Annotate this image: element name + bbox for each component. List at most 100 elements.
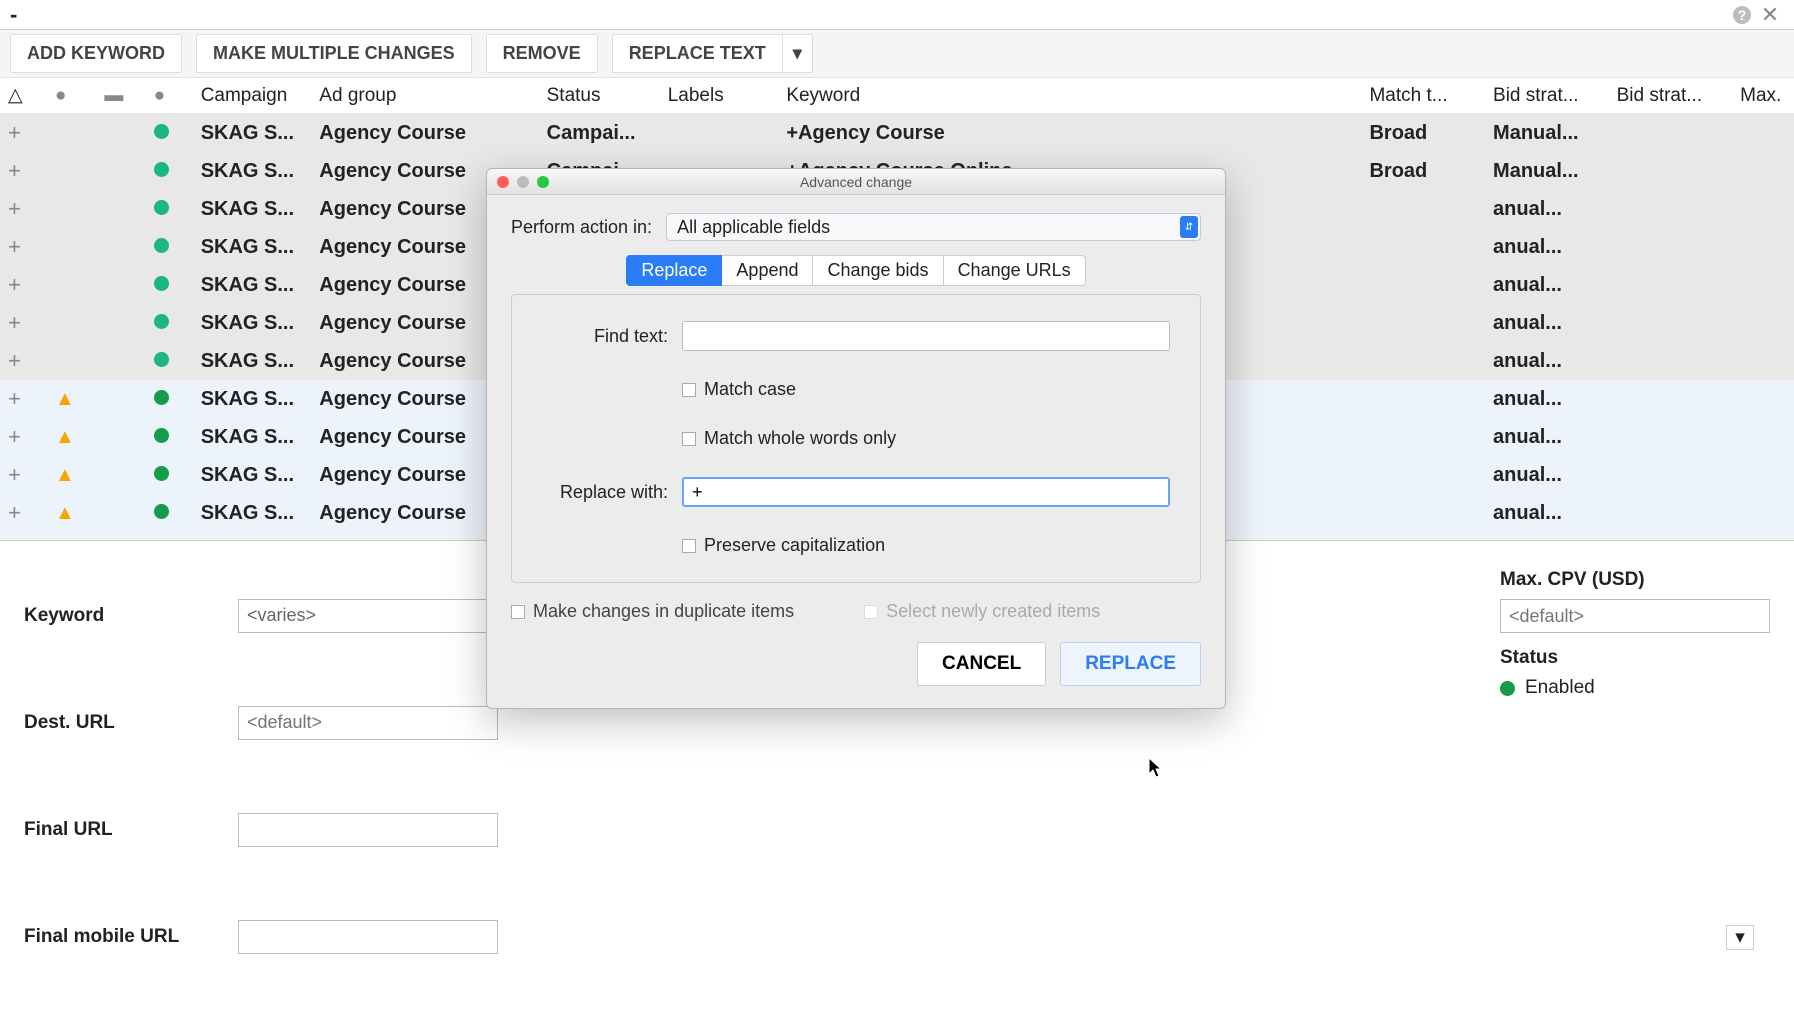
window-zoom-icon[interactable] [537, 176, 549, 188]
col-expand[interactable]: △ [0, 78, 47, 114]
replace-button[interactable]: REPLACE [1060, 642, 1201, 686]
window-minimize-icon[interactable] [517, 176, 529, 188]
cell-bidstrat2 [1609, 418, 1733, 456]
close-icon[interactable]: ✕ [1756, 1, 1784, 29]
cell-max [1732, 456, 1794, 494]
col-match[interactable]: Match t... [1361, 78, 1485, 114]
status-dot-icon [154, 390, 169, 405]
col-labels[interactable]: Labels [660, 78, 779, 114]
cell-adgroup: Agency Course [311, 114, 538, 153]
cell-bidstrat1: anual... [1485, 494, 1609, 532]
tab-append[interactable]: Append [722, 255, 813, 286]
dest-url-field[interactable] [238, 706, 498, 740]
cell-campaign: SKAG S... [193, 304, 312, 342]
make-multiple-changes-button[interactable]: MAKE MULTIPLE CHANGES [196, 34, 472, 73]
expand-icon[interactable]: + [8, 424, 21, 449]
final-mobile-url-field[interactable] [238, 920, 498, 954]
cell-max [1732, 114, 1794, 153]
cell-max [1732, 342, 1794, 380]
expand-icon[interactable]: + [8, 272, 21, 297]
status-dot-icon [1500, 681, 1515, 696]
final-url-field[interactable] [238, 813, 498, 847]
col-comment[interactable]: ▬ [96, 78, 145, 114]
expand-icon[interactable]: + [8, 158, 21, 183]
expand-icon[interactable]: + [8, 386, 21, 411]
final-url-label: Final URL [24, 819, 224, 841]
status-dot-icon [154, 238, 169, 253]
table-row[interactable]: +SKAG S...Agency CourseCampai...+Agency … [0, 114, 1794, 153]
cell-campaign: SKAG S... [193, 456, 312, 494]
tab-change-bids[interactable]: Change bids [813, 255, 943, 286]
expand-icon[interactable]: + [8, 500, 21, 525]
expand-icon[interactable]: + [8, 196, 21, 221]
perform-action-label: Perform action in: [511, 217, 652, 238]
replace-text-dropdown[interactable]: ▾ [782, 34, 813, 73]
remove-button[interactable]: REMOVE [486, 34, 598, 73]
cell-campaign: SKAG S... [193, 342, 312, 380]
cell-bidstrat2 [1609, 152, 1733, 190]
cell-campaign: SKAG S... [193, 190, 312, 228]
cell-campaign: SKAG S... [193, 228, 312, 266]
change-type-tabs: Replace Append Change bids Change URLs [511, 255, 1201, 286]
cell-campaign: SKAG S... [193, 152, 312, 190]
help-icon[interactable]: ? [1728, 1, 1756, 29]
col-adgroup[interactable]: Ad group [311, 78, 538, 114]
cell-bidstrat2 [1609, 190, 1733, 228]
match-case-checkbox[interactable]: Match case [682, 379, 796, 400]
replace-text-button[interactable]: REPLACE TEXT [612, 34, 782, 73]
col-status[interactable]: Status [539, 78, 660, 114]
preserve-capitalization-checkbox[interactable]: Preserve capitalization [682, 535, 885, 556]
keyword-field[interactable] [238, 599, 498, 633]
find-text-input[interactable] [682, 321, 1170, 351]
cell-campaign: SKAG S... [193, 494, 312, 532]
cell-bidstrat2 [1609, 456, 1733, 494]
cell-match [1361, 418, 1485, 456]
add-keyword-button[interactable]: ADD KEYWORD [10, 34, 182, 73]
col-statusdot[interactable]: ● [146, 78, 193, 114]
dialog-title: Advanced change [487, 174, 1225, 190]
window-close-icon[interactable] [497, 176, 509, 188]
url-dropdown[interactable]: ▾ [1726, 925, 1754, 950]
tab-change-urls[interactable]: Change URLs [944, 255, 1086, 286]
warning-icon: ▲ [55, 464, 75, 486]
col-max[interactable]: Max. [1732, 78, 1794, 114]
col-bidstrat1[interactable]: Bid strat... [1485, 78, 1609, 114]
cell-max [1732, 380, 1794, 418]
cell-bidstrat1: anual... [1485, 418, 1609, 456]
cell-match: Broad [1361, 152, 1485, 190]
final-mobile-url-label: Final mobile URL [24, 926, 224, 948]
col-bidstrat2[interactable]: Bid strat... [1609, 78, 1733, 114]
cell-match [1361, 494, 1485, 532]
expand-icon[interactable]: + [8, 120, 21, 145]
match-whole-words-checkbox[interactable]: Match whole words only [682, 428, 896, 449]
col-keyword[interactable]: Keyword [778, 78, 1361, 114]
expand-icon[interactable]: + [8, 234, 21, 259]
warning-icon: ▲ [55, 388, 75, 410]
cell-max [1732, 304, 1794, 342]
replace-with-input[interactable] [682, 477, 1170, 507]
cell-bidstrat1: anual... [1485, 190, 1609, 228]
max-cpv-field[interactable] [1500, 599, 1770, 633]
perform-action-select[interactable]: All applicable fields ⇵ [666, 213, 1201, 241]
expand-icon[interactable]: + [8, 310, 21, 335]
cancel-button[interactable]: CANCEL [917, 642, 1046, 686]
col-error[interactable]: ● [47, 78, 96, 114]
cell-match: Broad [1361, 114, 1485, 153]
cell-bidstrat1: anual... [1485, 304, 1609, 342]
col-campaign[interactable]: Campaign [193, 78, 312, 114]
warning-icon: ▲ [55, 502, 75, 524]
expand-icon[interactable]: + [8, 348, 21, 373]
status-dot-icon [154, 352, 169, 367]
dialog-titlebar[interactable]: Advanced change [487, 169, 1225, 195]
expand-icon[interactable]: + [8, 462, 21, 487]
status-label: Status [1500, 647, 1770, 669]
replace-text-button-group: REPLACE TEXT ▾ [612, 34, 813, 73]
cell-bidstrat2 [1609, 342, 1733, 380]
tab-replace[interactable]: Replace [626, 255, 722, 286]
status-dot-icon [154, 428, 169, 443]
status-dot-icon [154, 276, 169, 291]
status-dot-icon [154, 314, 169, 329]
duplicate-items-checkbox[interactable]: Make changes in duplicate items [511, 601, 794, 622]
cell-bidstrat1: anual... [1485, 380, 1609, 418]
warning-icon: ▲ [55, 426, 75, 448]
